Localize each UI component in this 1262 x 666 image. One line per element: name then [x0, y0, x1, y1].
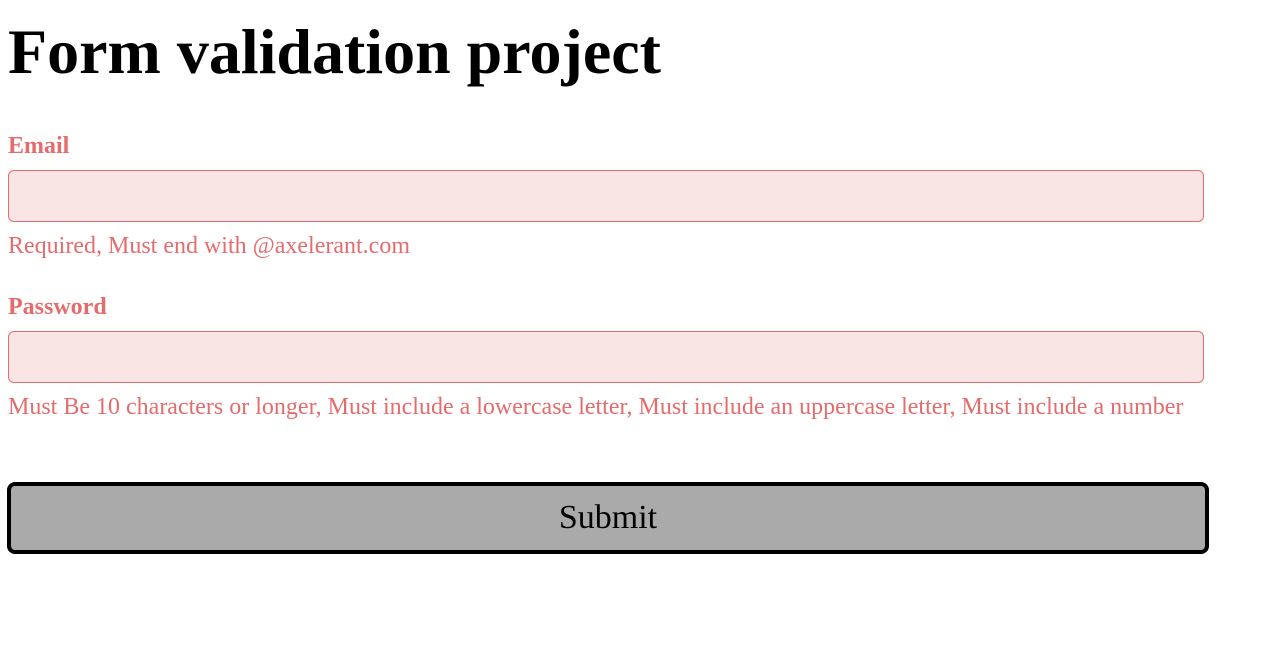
password-error-message: Must Be 10 characters or longer, Must in…	[8, 394, 1184, 420]
email-field[interactable]	[8, 170, 1204, 222]
submit-button[interactable]: Submit	[7, 482, 1209, 554]
email-label: Email	[8, 133, 70, 159]
page-title: Form validation project	[8, 16, 661, 87]
password-label: Password	[8, 294, 107, 320]
form-page: Form validation project Email Required, …	[0, 0, 1262, 666]
email-error-message: Required, Must end with @axelerant.com	[8, 233, 410, 259]
password-field[interactable]	[8, 331, 1204, 383]
